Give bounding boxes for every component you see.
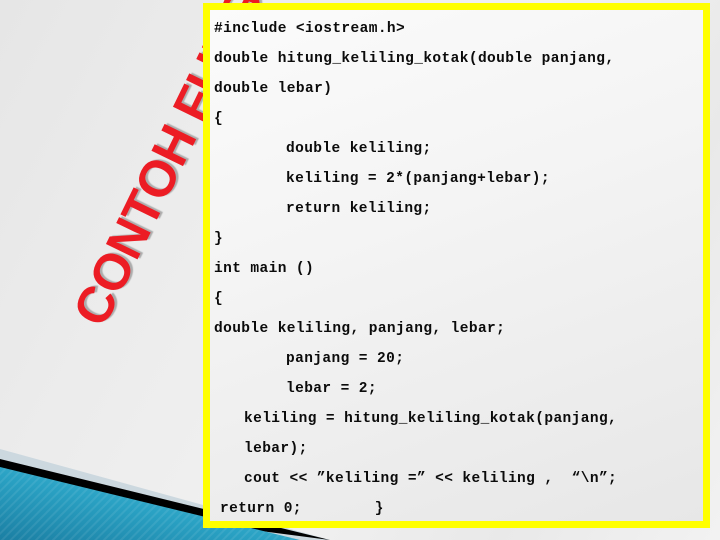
code-line: #include <iostream.h> bbox=[214, 21, 406, 37]
code-line: panjang = 20; bbox=[286, 351, 405, 367]
code-line: return 0; } bbox=[220, 501, 384, 517]
code-line: int main () bbox=[214, 261, 315, 277]
code-line: lebar); bbox=[244, 441, 308, 457]
code-line: { bbox=[214, 111, 224, 127]
code-line: } bbox=[214, 231, 224, 247]
code-line: double keliling; bbox=[286, 141, 432, 157]
code-line: double hitung_keliling_kotak(double panj… bbox=[214, 51, 615, 67]
code-line: keliling = hitung_keliling_kotak(panjang… bbox=[244, 411, 618, 427]
code-line: return keliling; bbox=[286, 201, 432, 217]
code-line: { bbox=[214, 291, 224, 307]
code-line: cout << ”keliling =” << keliling , “\n”; bbox=[244, 471, 618, 487]
code-line: lebar = 2; bbox=[286, 381, 378, 397]
code-line: keliling = 2*(panjang+lebar); bbox=[286, 171, 550, 187]
slide-canvas: CONTOH FUNGSI #include <iostream.h> doubl… bbox=[0, 0, 720, 540]
code-line: double keliling, panjang, lebar; bbox=[214, 321, 506, 337]
code-line: double lebar) bbox=[214, 81, 333, 97]
code-block: #include <iostream.h> double hitung_kelil… bbox=[203, 3, 710, 528]
